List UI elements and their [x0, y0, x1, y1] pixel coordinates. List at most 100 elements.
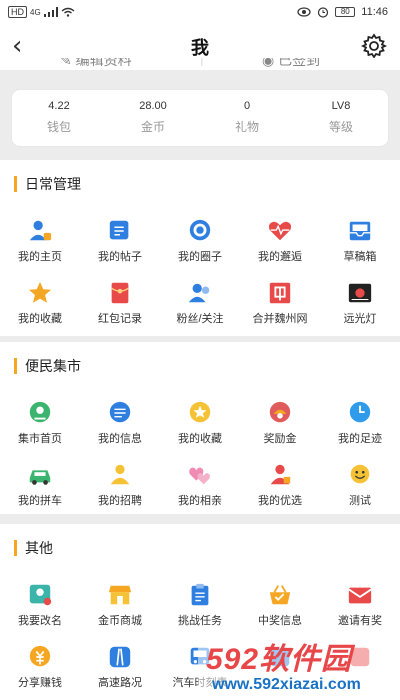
menu-item[interactable]: 粉丝/关注: [160, 266, 240, 328]
eye-icon: [297, 7, 311, 17]
menu-item[interactable]: 我的圈子: [160, 204, 240, 266]
stat-value: 4.22: [48, 100, 70, 112]
menu-item-label: 金币商城: [98, 615, 142, 627]
shop-icon: [108, 585, 132, 605]
menu-item[interactable]: 我的主页: [0, 204, 80, 266]
menu-item-label: 远光灯: [343, 313, 377, 325]
menu-item[interactable]: 我的招聘: [80, 448, 160, 510]
page-title: 我: [191, 38, 209, 58]
alarm-icon: [318, 7, 329, 18]
menu-item[interactable]: 草稿箱: [320, 204, 400, 266]
circle-icon: [189, 219, 211, 241]
menu-item-label: 高速路况: [98, 677, 142, 689]
section-convenience-market: 便民集市 集市首页 我的信息 我的收藏 奖励金 我的足迹我的拼车 我的招聘 我的相亲 我的优选…: [0, 342, 400, 514]
menu-item[interactable]: 我的收藏: [160, 386, 240, 448]
menu-item-label: 我的相亲: [178, 495, 222, 507]
stat-label: 金币: [140, 120, 165, 134]
menu-item-label: 我的招聘: [98, 495, 142, 507]
reward-icon: [269, 401, 291, 423]
menu-item-label: 我的优选: [258, 495, 302, 507]
share-money-icon: [29, 645, 51, 667]
beam-light-icon: [348, 283, 372, 303]
road-icon: [109, 646, 131, 668]
favorite-badge-icon: [189, 401, 211, 423]
menu-item[interactable]: 集市首页: [0, 386, 80, 448]
stat-label: 钱包: [46, 120, 71, 134]
menu-item[interactable]: 合并魏州网: [240, 266, 320, 328]
section-title: 便民集市: [14, 358, 81, 374]
stat-label: 等级: [328, 120, 353, 134]
stat-coins[interactable]: 28.00 金币: [106, 90, 200, 146]
menu-item[interactable]: 我的信息: [80, 386, 160, 448]
stat-label: 礼物: [234, 120, 259, 134]
menu-item[interactable]: 我的足迹: [320, 386, 400, 448]
menu-item[interactable]: 我的收藏: [0, 266, 80, 328]
heart-pulse-icon: [268, 221, 292, 241]
message-icon: [109, 401, 131, 423]
stat-value: 28.00: [139, 100, 167, 112]
red-envelope-icon: [111, 282, 129, 304]
menu-item-label: 我的收藏: [18, 313, 62, 325]
menu-item[interactable]: 挑战任务: [160, 568, 240, 630]
stat-value: 0: [243, 100, 251, 112]
star-icon: [28, 281, 52, 303]
menu-item[interactable]: 我要改名: [0, 568, 80, 630]
merge-icon: [269, 282, 291, 304]
post-icon: [109, 220, 129, 240]
profile-actions-row: ✎ 编辑资料 | ◉ 已签到: [0, 58, 400, 70]
menu-item-label: 奖励金: [263, 433, 297, 445]
watermark-url: www.592xiazai.com: [212, 676, 361, 693]
gear-icon[interactable]: [360, 32, 388, 60]
menu-item[interactable]: 高速路况: [80, 630, 160, 692]
rename-icon: [29, 584, 52, 606]
menu-grid: 我的主页 我的帖子 我的圈子 我的邂逅 草稿箱我的收藏 红包记录 粉丝/关注 合并魏州网 远光灯: [0, 204, 400, 328]
menu-item-label: 我的邂逅: [258, 251, 302, 263]
stat-level[interactable]: LV8 等级: [294, 90, 388, 146]
status-bar: HD 4G 80 11:46: [0, 0, 400, 24]
stat-gifts[interactable]: 0 礼物: [200, 90, 294, 146]
checkin-link[interactable]: ◉ 已签到: [262, 58, 320, 70]
recruit-icon: [110, 464, 130, 485]
menu-item-label: 中奖信息: [258, 615, 302, 627]
menu-item[interactable]: 我的帖子: [80, 204, 160, 266]
menu-item[interactable]: 红包记录: [80, 266, 160, 328]
menu-item[interactable]: 金币商城: [80, 568, 160, 630]
market-home-icon: [29, 401, 51, 423]
hd-indicator: HD: [8, 6, 27, 18]
menu-item[interactable]: 我的邂逅: [240, 204, 320, 266]
menu-item[interactable]: 远光灯: [320, 266, 400, 328]
menu-item-label: 测试: [349, 495, 371, 507]
stat-wallet[interactable]: 4.22 钱包: [12, 90, 106, 146]
menu-item[interactable]: 我的拼车: [0, 448, 80, 510]
section-title: 日常管理: [14, 176, 81, 192]
menu-item[interactable]: 邀请有奖: [320, 568, 400, 630]
invite-mail-icon: [348, 587, 372, 604]
signal-icon: [43, 7, 58, 17]
menu-item-label: 我的收藏: [178, 433, 222, 445]
edit-profile-link[interactable]: ✎ 编辑资料: [60, 58, 132, 70]
menu-item[interactable]: 中奖信息: [240, 568, 320, 630]
divider: |: [200, 58, 204, 66]
menu-item[interactable]: 我的优选: [240, 448, 320, 510]
menu-item-label: 邀请有奖: [338, 615, 382, 627]
menu-item-label: 草稿箱: [343, 251, 377, 263]
menu-item-label: 挑战任务: [178, 615, 222, 627]
status-right: 80 11:46: [297, 6, 388, 18]
menu-item-label: 我的信息: [98, 433, 142, 445]
menu-item[interactable]: 我的相亲: [160, 448, 240, 510]
menu-item-label: 粉丝/关注: [176, 313, 224, 325]
smile-icon: [350, 464, 370, 484]
watermark-logo-text: 592软件园: [206, 643, 353, 676]
menu-item-label: 合并魏州网: [252, 313, 308, 325]
section-daily-management: 日常管理 我的主页 我的帖子 我的圈子 我的邂逅 草稿箱我的收藏 红包记录 粉丝/关注 合并魏…: [0, 160, 400, 336]
menu-item-label: 我的圈子: [178, 251, 222, 263]
menu-item[interactable]: 奖励金: [240, 386, 320, 448]
battery-icon: 80: [335, 7, 356, 17]
menu-item[interactable]: 分享赚钱: [0, 630, 80, 692]
task-icon: [191, 583, 209, 606]
menu-grid: 集市首页 我的信息 我的收藏 奖励金 我的足迹我的拼车 我的招聘 我的相亲 我的优选 测试: [0, 386, 400, 510]
menu-item[interactable]: 测试: [320, 448, 400, 510]
menu-item-label: 集市首页: [18, 433, 62, 445]
prize-basket-icon: [269, 585, 291, 605]
menu-item-label: 红包记录: [98, 313, 142, 325]
